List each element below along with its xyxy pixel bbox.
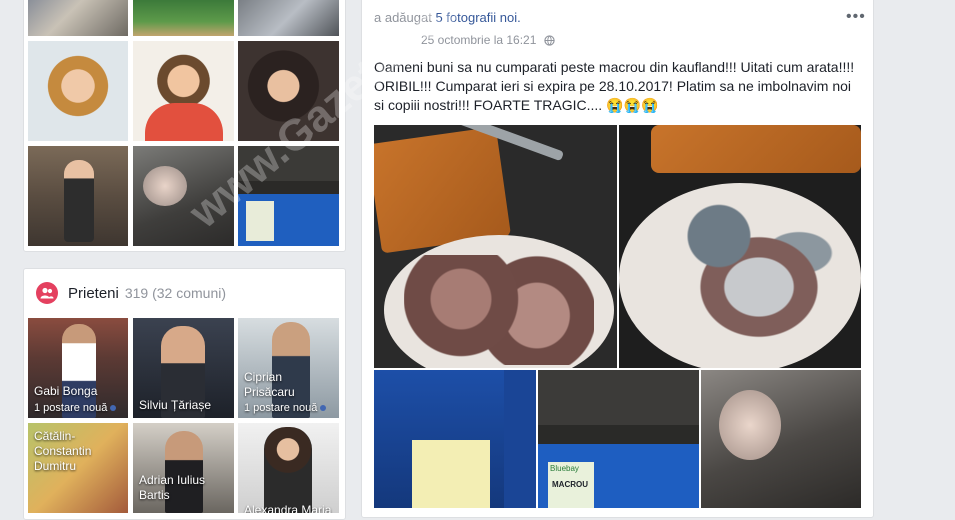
new-post-dot xyxy=(320,405,327,412)
friend-tile[interactable]: Silviu Țăriașe xyxy=(133,318,234,418)
people-icon xyxy=(36,282,58,304)
post-photo-5[interactable] xyxy=(701,370,861,508)
fish-piece xyxy=(719,390,781,460)
post-photo-3[interactable] xyxy=(374,370,536,508)
friends-title[interactable]: Prieteni xyxy=(68,285,119,302)
post-photo-4[interactable]: Bluebay MACROU xyxy=(538,370,699,508)
red-top xyxy=(145,103,223,141)
fish-pieces xyxy=(404,255,594,365)
package-sticker xyxy=(412,440,490,508)
photo-thumb-4[interactable] xyxy=(28,41,128,141)
friend-name: Cătălin-Constantin Dumitru xyxy=(34,429,92,473)
globe-icon xyxy=(544,35,555,49)
friends-count: 319 (32 comuni) xyxy=(124,285,227,301)
tray-label xyxy=(246,201,274,241)
friend-tile[interactable]: Cătălin-Constantin Dumitru xyxy=(28,423,128,513)
photo-thumb-6[interactable] xyxy=(238,41,339,141)
photo-thumb-3[interactable] xyxy=(238,0,339,36)
friend-name: Adrian Iulius Bartis xyxy=(139,473,206,502)
post-photos-link[interactable]: 5 fotografii noi. xyxy=(435,10,520,25)
label-product: MACROU xyxy=(552,480,588,489)
friend-tile[interactable]: Alexandra Maria xyxy=(238,423,339,513)
friend-tile[interactable]: Adrian Iulius Bartis xyxy=(133,423,234,513)
friend-name: Gabi Bonga xyxy=(34,384,98,398)
photo-thumb-2[interactable] xyxy=(133,0,234,36)
friend-name: Ciprian Prisăcaru xyxy=(244,370,295,399)
friend-note: 1 postare nouă xyxy=(34,401,117,416)
cutting-board xyxy=(651,125,861,173)
tray-label: Bluebay MACROU xyxy=(548,462,594,508)
post-text-line: si copiii nostri!!! FOARTE TRAGIC.... 😭😭… xyxy=(374,97,659,113)
post-header: a adăugat 5 fotografii noi. xyxy=(374,10,521,25)
tray-wall xyxy=(504,370,536,508)
fish-piece xyxy=(143,166,187,206)
photo-thumb-5[interactable] xyxy=(133,41,234,141)
post-photo-1[interactable] xyxy=(374,125,617,368)
post-text-line: ORIBIL!!! Cumparat ieri si expira pe 28.… xyxy=(374,78,852,94)
friend-photo xyxy=(264,427,312,513)
friend-tile[interactable]: Ciprian Prisăcaru 1 postare nouă xyxy=(238,318,339,418)
more-options-icon[interactable]: ••• xyxy=(846,8,866,26)
post-timestamp[interactable]: 25 octombrie la 16:21 xyxy=(421,33,555,49)
photo-thumb-1[interactable] xyxy=(28,0,128,36)
friend-tile[interactable]: Gabi Bonga 1 postare nouă xyxy=(28,318,128,418)
photo-thumb-9[interactable] xyxy=(238,146,339,246)
post-action: a adăugat xyxy=(374,10,432,25)
post-text-line: Oameni buni sa nu cumparati peste macrou… xyxy=(374,59,855,75)
photo-thumb-8[interactable] xyxy=(133,146,234,246)
photo-thumb-7[interactable] xyxy=(28,146,128,246)
friends-header[interactable]: Prieteni 319 (32 comuni) xyxy=(36,282,226,304)
post-photo-2[interactable] xyxy=(619,125,861,368)
label-brand: Bluebay xyxy=(550,464,579,473)
post-text: Oameni buni sa nu cumparati peste macrou… xyxy=(374,58,860,115)
person-figure xyxy=(64,160,94,242)
friend-name: Silviu Țăriașe xyxy=(139,398,212,412)
new-post-dot xyxy=(110,405,117,412)
friend-name: Alexandra Maria xyxy=(244,503,332,513)
friend-note: 1 postare nouă xyxy=(244,401,327,416)
mackerel-fillets xyxy=(639,185,839,355)
